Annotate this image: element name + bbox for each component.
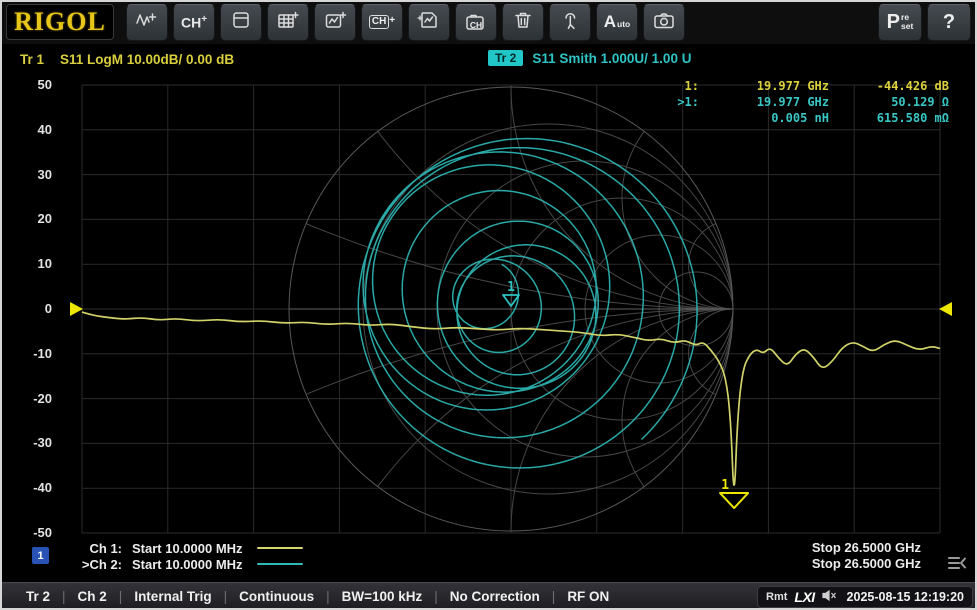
window-layout-icon: [230, 10, 252, 35]
auto-label: Auto: [604, 12, 631, 32]
y-axis-tick: -30: [10, 435, 52, 450]
status-active-trace[interactable]: Tr 2: [26, 589, 50, 604]
svg-text:1: 1: [507, 280, 515, 295]
menu-expand-button[interactable]: [947, 555, 967, 576]
marker-row-tr2-equiv: 0.005 nH615.580 mΩ: [657, 110, 949, 126]
y-axis-tick: 20: [10, 211, 52, 226]
status-sweep-mode[interactable]: Continuous: [239, 589, 314, 604]
channel2-stop: Stop 26.5000 GHz: [812, 556, 921, 572]
channel-add-button[interactable]: CH+: [173, 4, 215, 41]
table-plus-icon: [276, 10, 300, 35]
status-bar: Tr 2 | Ch 2 | Internal Trig | Continuous…: [0, 582, 977, 610]
y-axis-tick: 10: [10, 256, 52, 271]
trash-icon: [512, 10, 534, 35]
trace-info-bar: Tr 1S11 LogM 10.00dB/ 0.00 dB Tr 2 S11 S…: [0, 45, 977, 75]
camera-icon: [652, 10, 676, 35]
window-layout-button[interactable]: [220, 4, 262, 41]
channel1-stop: Stop 26.5000 GHz: [812, 540, 921, 556]
status-active-channel[interactable]: Ch 2: [78, 589, 107, 604]
trace-window-add-button[interactable]: [314, 4, 356, 41]
channel2-row[interactable]: >Ch 2: Start 10.0000 MHz: [72, 556, 303, 572]
preset-label: P reset: [887, 11, 914, 34]
trace-add-button[interactable]: [126, 4, 168, 41]
trace2-active-badge: Tr 2: [488, 50, 523, 66]
vna-screen: RIGOL CH+ CH+: [0, 0, 977, 610]
help-label: ?: [943, 11, 955, 34]
channel-info: 1 Ch 1: Start 10.0000 MHz >Ch 2: Start 1…: [30, 540, 303, 572]
copy-trace-button[interactable]: [408, 4, 450, 41]
datetime: 2025-08-15 12:19:20: [847, 590, 964, 604]
channel-box-plus-icon: CH+: [369, 15, 395, 29]
channel-window-add-button[interactable]: CH+: [361, 4, 403, 41]
svg-text:1: 1: [721, 478, 729, 493]
help-button[interactable]: ?: [927, 4, 971, 41]
trace2-color-swatch: [257, 563, 303, 565]
channel1-row[interactable]: Ch 1: Start 10.0000 MHz: [72, 540, 303, 556]
y-axis-tick: 40: [10, 122, 52, 137]
system-status-panel: Rmt LXI 2025-08-15 12:19:20: [757, 586, 973, 608]
copy-channel-button[interactable]: CH: [455, 4, 497, 41]
y-axis-tick: -50: [10, 525, 52, 540]
channel-add-label: CH+: [181, 15, 207, 30]
delete-button[interactable]: [502, 4, 544, 41]
auto-scale-button[interactable]: Auto: [596, 4, 638, 41]
touch-button[interactable]: [549, 4, 591, 41]
y-axis-tick: 30: [10, 167, 52, 182]
status-rf[interactable]: RF ON: [567, 589, 609, 604]
y-axis-tick: 50: [10, 77, 52, 92]
remote-indicator: Rmt: [766, 591, 787, 603]
y-axis-tick: -10: [10, 346, 52, 361]
status-trigger[interactable]: Internal Trig: [134, 589, 211, 604]
stop-frequencies: Stop 26.5000 GHz Stop 26.5000 GHz: [812, 540, 921, 572]
page-wave-plus-icon: [417, 10, 441, 35]
marker-row-tr1: 1:19.977 GHz-44.426 dB: [657, 78, 949, 94]
touch-icon: [559, 10, 581, 35]
marker-row-tr2: >1:19.977 GHz50.129 Ω: [657, 94, 949, 110]
trace2-info[interactable]: Tr 2 S11 Smith 1.000U/ 1.00 U: [488, 50, 691, 66]
y-axis-tick: -40: [10, 480, 52, 495]
y-axis-tick: -20: [10, 391, 52, 406]
menu-expand-icon: [947, 558, 967, 575]
status-bandwidth[interactable]: BW=100 kHz: [342, 589, 423, 604]
speaker-muted-icon[interactable]: [822, 589, 837, 605]
ref-level-marker-left: [70, 302, 83, 316]
status-correction[interactable]: No Correction: [450, 589, 540, 604]
lxi-indicator: LXI: [794, 589, 814, 605]
window-number-badge: 1: [32, 547, 49, 564]
screenshot-button[interactable]: [643, 4, 685, 41]
y-axis-tick: 0: [10, 301, 52, 316]
preset-button[interactable]: P reset: [878, 4, 922, 41]
rigol-logo: RIGOL: [6, 4, 114, 40]
toolbar: RIGOL CH+ CH+: [0, 0, 977, 44]
trace1-color-swatch: [257, 547, 303, 549]
trace1-info[interactable]: Tr 1S11 LogM 10.00dB/ 0.00 dB: [20, 52, 234, 67]
sine-wave-plus-icon: [135, 10, 159, 35]
table-add-button[interactable]: [267, 4, 309, 41]
ref-level-marker-right: [939, 302, 952, 316]
chart-box-plus-icon: [323, 10, 347, 35]
marker-readout: 1:19.977 GHz-44.426 dB >1:19.977 GHz50.1…: [657, 78, 949, 126]
page-channel-icon: CH: [464, 12, 488, 32]
